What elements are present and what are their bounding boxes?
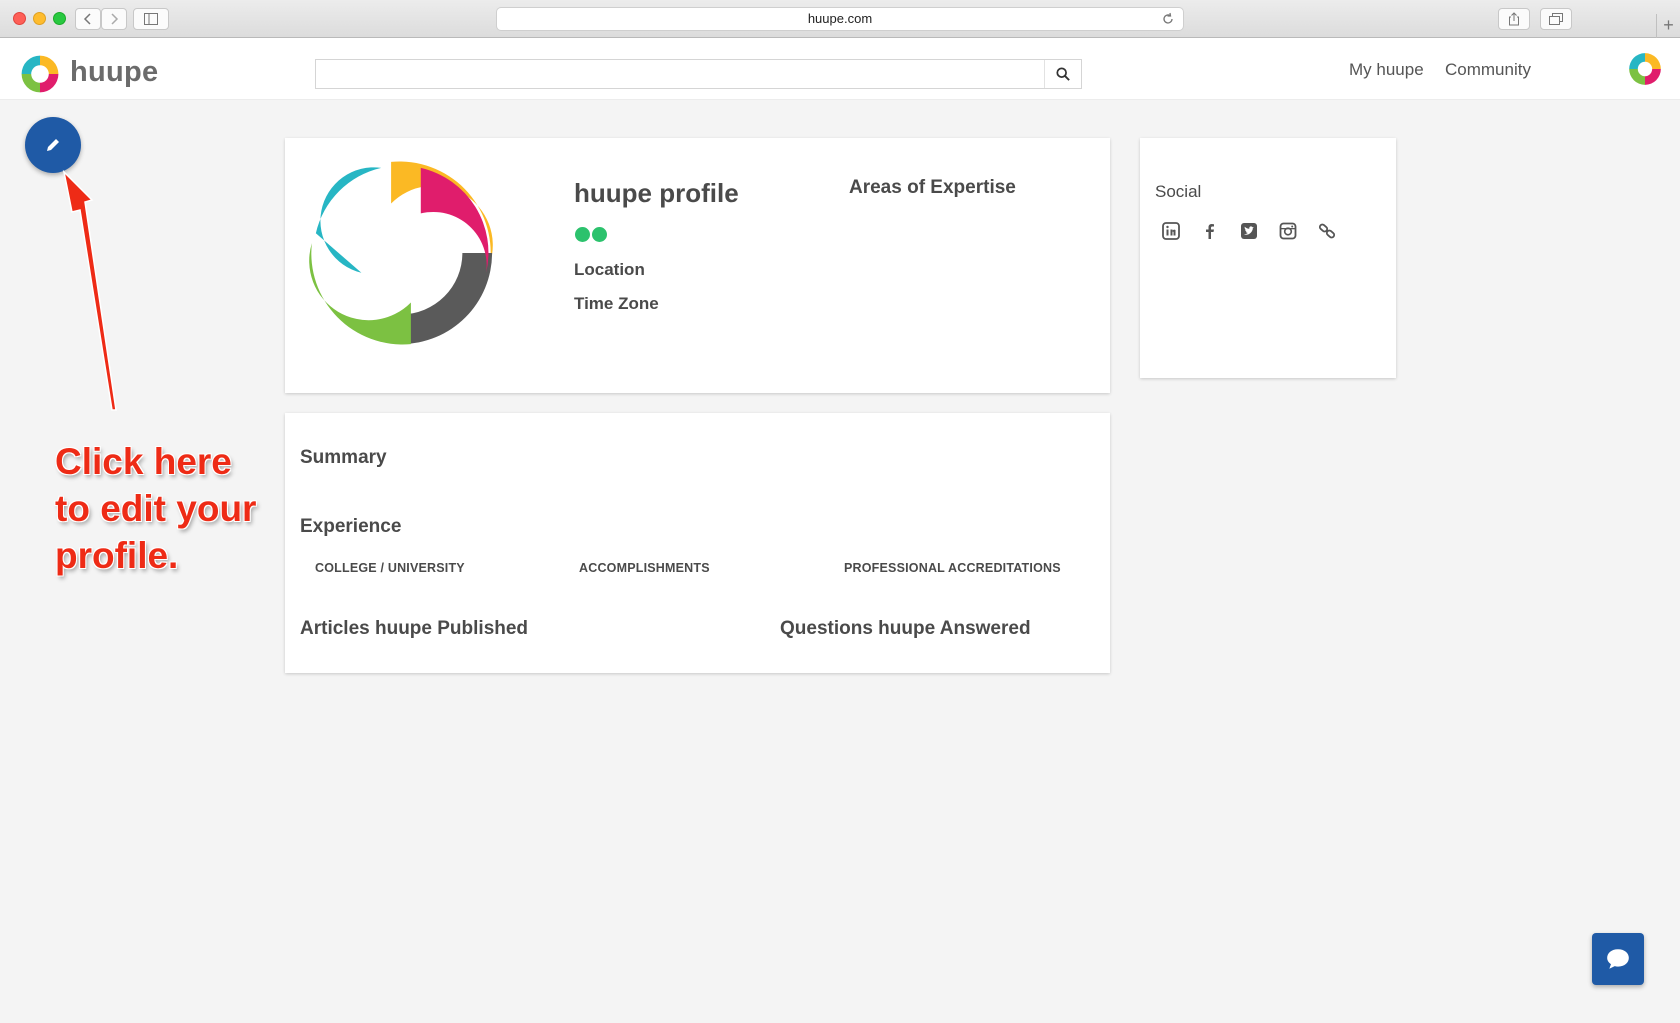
user-avatar[interactable]	[1627, 51, 1663, 87]
reload-icon[interactable]	[1161, 12, 1175, 26]
back-button[interactable]	[75, 8, 101, 30]
close-window-button[interactable]	[13, 12, 26, 25]
new-tab-button[interactable]: +	[1656, 14, 1680, 38]
address-bar[interactable]: huupe.com	[496, 7, 1184, 31]
forward-button[interactable]	[101, 8, 127, 30]
minimize-window-button[interactable]	[33, 12, 46, 25]
search-button[interactable]	[1045, 60, 1081, 88]
questions-heading: Questions huupe Answered	[780, 618, 1031, 639]
chevron-left-icon	[83, 13, 91, 25]
sidebar-icon	[144, 13, 158, 25]
huupe-logo-text[interactable]: huupe	[70, 56, 159, 89]
status-indicator	[575, 227, 607, 242]
summary-heading: Summary	[300, 447, 387, 468]
accomplishments-subheading: ACCOMPLISHMENTS	[579, 561, 710, 575]
share-icon	[1509, 12, 1519, 26]
pencil-icon	[47, 139, 59, 151]
edit-profile-button[interactable]	[25, 117, 81, 173]
tabs-icon	[1549, 13, 1563, 25]
annotation-line: to edit your	[55, 488, 257, 529]
share-button[interactable]	[1498, 8, 1530, 30]
huupe-logo-icon[interactable]	[20, 54, 60, 94]
accreditations-subheading: PROFESSIONAL ACCREDITATIONS	[844, 561, 1061, 575]
nav-community[interactable]: Community	[1445, 60, 1531, 80]
facebook-icon[interactable]	[1200, 221, 1220, 241]
twitter-icon[interactable]	[1239, 221, 1259, 241]
social-heading: Social	[1155, 182, 1202, 201]
profile-picture	[309, 161, 493, 345]
profile-card: huupe profile Location Time Zone Areas o…	[285, 138, 1110, 393]
linkedin-icon[interactable]	[1161, 221, 1181, 241]
social-links	[1161, 221, 1337, 241]
profile-name: huupe profile	[574, 178, 739, 208]
social-card: Social	[1140, 138, 1396, 378]
tabs-overview-button[interactable]	[1540, 8, 1572, 30]
chevron-right-icon	[111, 13, 119, 25]
link-icon[interactable]	[1317, 221, 1337, 241]
address-bar-url: huupe.com	[807, 11, 873, 26]
articles-heading: Articles huupe Published	[300, 618, 529, 639]
chat-button[interactable]	[1592, 933, 1644, 985]
sidebar-toggle-button[interactable]	[133, 8, 169, 30]
experience-heading: Experience	[300, 516, 402, 537]
site-header: huupe My huupe Community	[0, 38, 1680, 100]
status-dot	[575, 227, 590, 242]
details-card: Summary Experience COLLEGE / UNIVERSITY …	[285, 413, 1110, 673]
annotation-text: Click here to edit your profile.	[55, 438, 265, 579]
timezone-label: Time Zone	[574, 294, 659, 313]
search-box	[315, 59, 1082, 89]
status-dot	[592, 227, 607, 242]
zoom-window-button[interactable]	[53, 12, 66, 25]
annotation-line: Click here	[55, 441, 232, 482]
chat-bubble-icon	[1607, 949, 1629, 969]
search-icon	[1056, 67, 1070, 81]
instagram-icon[interactable]	[1278, 221, 1298, 241]
annotation-line: profile.	[55, 535, 179, 576]
college-subheading: COLLEGE / UNIVERSITY	[315, 561, 465, 575]
search-input[interactable]	[316, 60, 1045, 88]
browser-titlebar: huupe.com +	[0, 0, 1680, 38]
expertise-heading: Areas of Expertise	[849, 177, 1016, 198]
nav-my-huupe[interactable]: My huupe	[1349, 60, 1424, 80]
location-label: Location	[574, 260, 645, 279]
